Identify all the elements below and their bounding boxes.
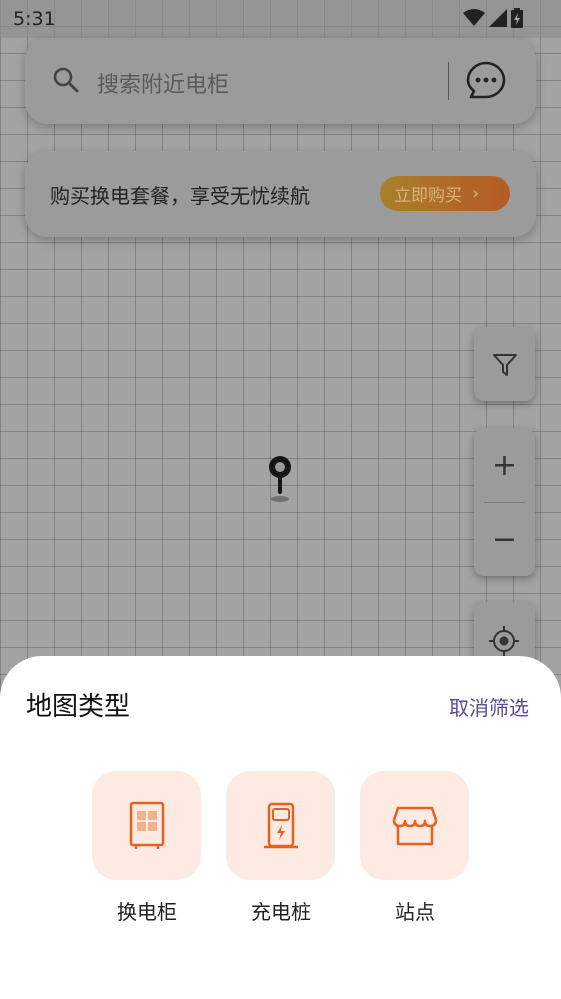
option-charging-pile[interactable]: 充电桩 xyxy=(226,771,336,925)
status-bar: 5:31 xyxy=(0,0,561,38)
option-label: 充电桩 xyxy=(251,900,311,924)
charging-pile-icon xyxy=(263,802,298,848)
chat-icon[interactable] xyxy=(465,60,507,102)
cancel-filter-button[interactable]: 取消筛选 xyxy=(449,692,529,721)
chevron-right-icon: › xyxy=(472,183,480,204)
promo-text: 购买换电套餐，享受无忧续航 xyxy=(50,184,310,208)
status-time: 5:31 xyxy=(13,8,56,30)
location-pin-icon xyxy=(269,456,291,502)
status-icons xyxy=(463,8,523,28)
search-icon xyxy=(53,67,79,93)
zoom-in-button[interactable]: + xyxy=(474,428,535,502)
sheet-title: 地图类型 xyxy=(26,692,131,722)
option-label: 站点 xyxy=(395,900,435,924)
search-input[interactable]: 搜索附近电柜 xyxy=(97,67,229,99)
filter-button[interactable] xyxy=(474,327,535,401)
buy-now-label: 立即购买 xyxy=(394,186,462,206)
option-label: 换电柜 xyxy=(117,900,177,924)
search-divider xyxy=(448,62,449,100)
wifi-icon xyxy=(463,9,485,26)
battery-icon xyxy=(511,8,523,28)
map-type-sheet: 地图类型 取消筛选 换电柜 充电桩 站点 xyxy=(0,656,561,999)
battery-cabinet-icon xyxy=(129,801,164,849)
option-icon-box xyxy=(226,771,335,880)
store-icon xyxy=(392,806,437,845)
option-icon-box xyxy=(92,771,201,880)
option-station[interactable]: 站点 xyxy=(360,771,470,925)
zoom-out-button[interactable]: − xyxy=(474,502,535,576)
zoom-control: + − xyxy=(474,428,535,576)
promo-banner[interactable]: 购买换电套餐，享受无忧续航 立即购买 › xyxy=(25,151,536,237)
buy-now-button[interactable]: 立即购买 › xyxy=(380,176,510,211)
signal-icon xyxy=(489,9,507,27)
locate-icon xyxy=(489,626,519,656)
search-bar[interactable]: 搜索附近电柜 xyxy=(25,38,536,124)
option-battery-cabinet[interactable]: 换电柜 xyxy=(92,771,202,925)
filter-icon xyxy=(493,354,517,376)
option-icon-box xyxy=(360,771,469,880)
